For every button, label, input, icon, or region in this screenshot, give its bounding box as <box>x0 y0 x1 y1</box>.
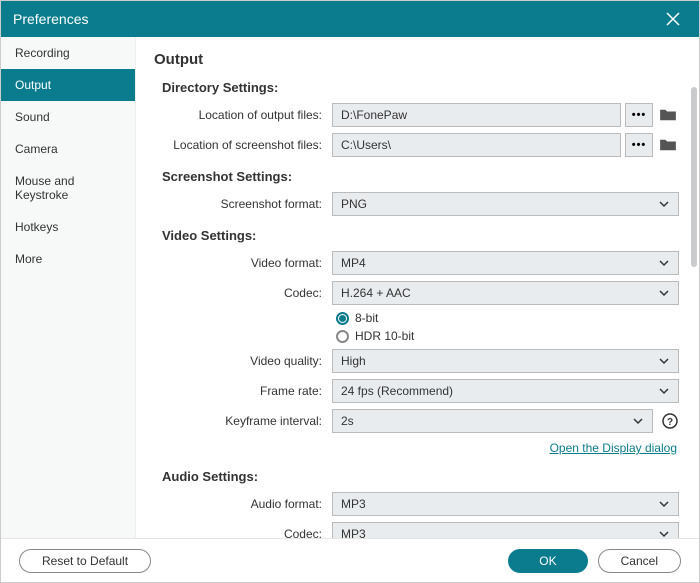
input-screenshot-location[interactable] <box>332 133 621 157</box>
select-video-format[interactable]: MP4 <box>332 251 679 275</box>
help-icon: ? <box>662 413 678 429</box>
input-output-location[interactable] <box>332 103 621 127</box>
radio-icon <box>336 312 349 325</box>
open-display-dialog-link[interactable]: Open the Display dialog <box>550 441 677 455</box>
label-video-codec: Codec: <box>154 286 332 300</box>
folder-icon <box>659 138 677 152</box>
row-video-format: Video format: MP4 <box>154 251 679 275</box>
sidebar-item-mouse-keystroke[interactable]: Mouse and Keystroke <box>1 165 135 211</box>
select-audio-codec[interactable]: MP3 <box>332 522 679 538</box>
titlebar: Preferences <box>1 1 699 37</box>
close-button[interactable] <box>659 5 687 33</box>
chevron-down-icon <box>632 415 644 427</box>
row-video-quality: Video quality: High <box>154 349 679 373</box>
row-screenshot-format: Screenshot format: PNG <box>154 192 679 216</box>
select-video-codec[interactable]: H.264 + AAC <box>332 281 679 305</box>
label-audio-format: Audio format: <box>154 497 332 511</box>
browse-screenshot-button[interactable]: ••• <box>625 133 653 157</box>
footer: Reset to Default OK Cancel <box>1 538 699 582</box>
ok-button[interactable]: OK <box>508 549 587 573</box>
radio-icon <box>336 330 349 343</box>
radio-hdr-10-bit[interactable]: HDR 10-bit <box>336 329 414 343</box>
reset-to-default-button[interactable]: Reset to Default <box>19 549 151 573</box>
sidebar: Recording Output Sound Camera Mouse and … <box>1 37 136 538</box>
sidebar-item-sound[interactable]: Sound <box>1 101 135 133</box>
label-audio-codec: Codec: <box>154 527 332 538</box>
row-output-location: Location of output files: ••• <box>154 103 679 127</box>
select-screenshot-format[interactable]: PNG <box>332 192 679 216</box>
panel-title: Output <box>154 51 679 68</box>
window-title: Preferences <box>13 11 88 27</box>
row-keyframe-interval: Keyframe interval: 2s ? <box>154 409 679 433</box>
sidebar-item-hotkeys[interactable]: Hotkeys <box>1 211 135 243</box>
label-screenshot-format: Screenshot format: <box>154 197 332 211</box>
section-directory-title: Directory Settings: <box>162 80 679 95</box>
label-frame-rate: Frame rate: <box>154 384 332 398</box>
row-video-codec: Codec: H.264 + AAC <box>154 281 679 305</box>
body: Recording Output Sound Camera Mouse and … <box>1 37 699 538</box>
section-audio-title: Audio Settings: <box>162 469 679 484</box>
content-panel: Output Directory Settings: Location of o… <box>136 37 699 538</box>
chevron-down-icon <box>658 385 670 397</box>
sidebar-item-camera[interactable]: Camera <box>1 133 135 165</box>
row-audio-format: Audio format: MP3 <box>154 492 679 516</box>
chevron-down-icon <box>658 257 670 269</box>
label-screenshot-location: Location of screenshot files: <box>154 138 332 152</box>
sidebar-item-recording[interactable]: Recording <box>1 37 135 69</box>
display-link-row: Open the Display dialog <box>154 439 677 457</box>
label-output-location: Location of output files: <box>154 108 332 122</box>
radio-8-bit-label: 8-bit <box>355 311 378 325</box>
select-frame-rate[interactable]: 24 fps (Recommend) <box>332 379 679 403</box>
label-keyframe-interval: Keyframe interval: <box>154 414 332 428</box>
row-audio-codec: Codec: MP3 <box>154 522 679 538</box>
preferences-window: Preferences Recording Output Sound Camer… <box>0 0 700 583</box>
row-bit-depth: 8-bit HDR 10-bit <box>154 311 679 343</box>
radio-8-bit[interactable]: 8-bit <box>336 311 414 325</box>
chevron-down-icon <box>658 355 670 367</box>
section-video-title: Video Settings: <box>162 228 679 243</box>
open-output-folder-button[interactable] <box>657 103 679 127</box>
folder-icon <box>659 108 677 122</box>
select-video-quality[interactable]: High <box>332 349 679 373</box>
chevron-down-icon <box>658 287 670 299</box>
sidebar-item-more[interactable]: More <box>1 243 135 275</box>
sidebar-item-output[interactable]: Output <box>1 69 135 101</box>
row-screenshot-location: Location of screenshot files: ••• <box>154 133 679 157</box>
chevron-down-icon <box>658 198 670 210</box>
open-screenshot-folder-button[interactable] <box>657 133 679 157</box>
row-frame-rate: Frame rate: 24 fps (Recommend) <box>154 379 679 403</box>
browse-output-button[interactable]: ••• <box>625 103 653 127</box>
cancel-button[interactable]: Cancel <box>598 549 681 573</box>
radio-hdr-label: HDR 10-bit <box>355 329 414 343</box>
keyframe-help-button[interactable]: ? <box>661 412 679 430</box>
section-screenshot-title: Screenshot Settings: <box>162 169 679 184</box>
chevron-down-icon <box>658 528 670 538</box>
close-icon <box>666 12 680 26</box>
select-keyframe-interval[interactable]: 2s <box>332 409 653 433</box>
chevron-down-icon <box>658 498 670 510</box>
svg-text:?: ? <box>667 417 673 428</box>
label-video-format: Video format: <box>154 256 332 270</box>
select-audio-format[interactable]: MP3 <box>332 492 679 516</box>
label-video-quality: Video quality: <box>154 354 332 368</box>
scrollbar[interactable] <box>691 87 697 528</box>
